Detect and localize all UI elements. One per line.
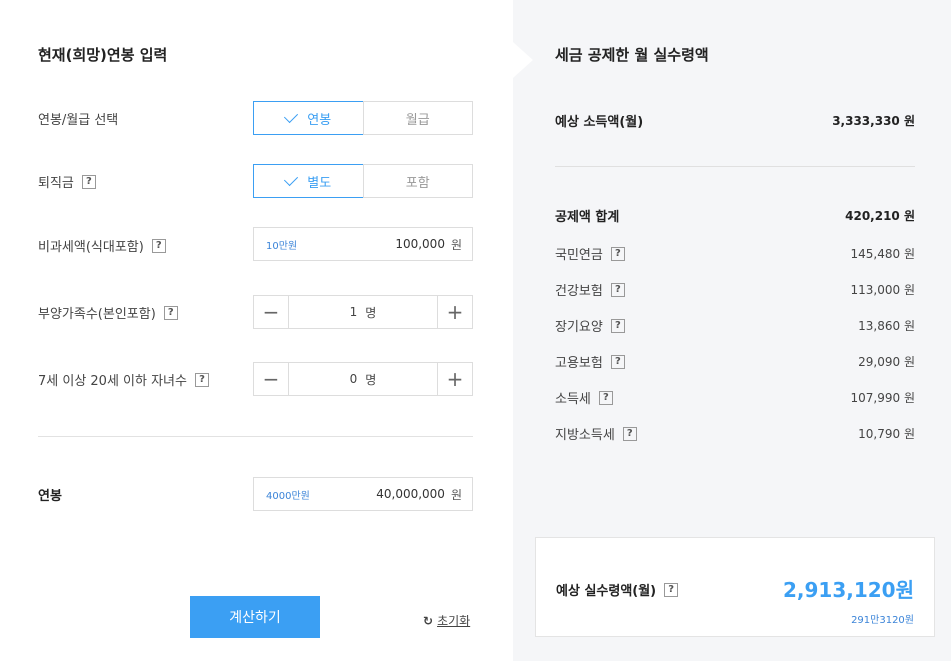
help-icon[interactable]: ?: [610, 318, 625, 333]
annual-salary-input[interactable]: 4000만원 40,000,000 원: [253, 477, 473, 511]
help-icon[interactable]: ?: [598, 390, 613, 405]
deduction-item-label: 지방소득세: [555, 428, 615, 443]
severance-label-text: 퇴직금: [38, 176, 74, 191]
deduction-item: 장기요양 ? 13,860 원: [555, 316, 915, 335]
salary-type-toggle: 연봉 월급: [253, 101, 473, 135]
children-minus-button[interactable]: −: [254, 363, 288, 395]
check-icon: [284, 171, 299, 187]
salary-type-label: 연봉/월급 선택: [38, 109, 118, 128]
expected-income-label: 예상 소득액(월): [555, 115, 644, 130]
severance-toggle: 별도 포함: [253, 164, 473, 198]
nontaxable-hint: 10만원: [266, 240, 298, 252]
section-divider: [38, 436, 473, 437]
nontaxable-value: 100,000: [395, 237, 445, 251]
reset-button[interactable]: ↻ 초기화: [423, 612, 470, 629]
annual-salary-hint: 4000만원: [266, 490, 310, 502]
help-icon[interactable]: ?: [622, 426, 637, 441]
deduction-item: 지방소득세 ? 10,790 원: [555, 424, 915, 443]
deduction-item-value: 107,990 원: [850, 391, 915, 405]
children-value-field[interactable]: 0 명: [288, 363, 438, 395]
severance-separate-button[interactable]: 별도: [253, 164, 364, 198]
deduction-total-row: 공제액 합계 420,210 원: [555, 206, 915, 225]
salary-type-monthly-label: 월급: [405, 112, 430, 128]
nontaxable-label-text: 비과세액(식대포함): [38, 240, 144, 255]
deduction-item-value: 29,090 원: [858, 355, 915, 369]
input-panel: [0, 0, 513, 661]
dependents-value-field[interactable]: 1 명: [288, 296, 438, 328]
children-stepper: − 0 명 +: [253, 362, 473, 396]
help-icon[interactable]: ?: [194, 372, 209, 387]
calculate-button[interactable]: 계산하기: [190, 596, 320, 638]
expected-income-row: 예상 소득액(월) 3,333,330 원: [555, 111, 915, 130]
children-plus-button[interactable]: +: [438, 363, 472, 395]
deduction-item: 건강보험 ? 113,000 원: [555, 280, 915, 299]
help-icon[interactable]: ?: [151, 238, 166, 253]
salary-type-annual-button[interactable]: 연봉: [253, 101, 364, 135]
nontaxable-input[interactable]: 10만원 100,000 원: [253, 227, 473, 261]
nontaxable-unit: 원: [450, 237, 462, 252]
help-icon[interactable]: ?: [664, 582, 679, 597]
salary-type-monthly-button[interactable]: 월급: [362, 101, 473, 135]
nontaxable-label: 비과세액(식대포함) ?: [38, 236, 166, 255]
deduction-item-value: 13,860 원: [858, 319, 915, 333]
panel-notch: [513, 42, 533, 78]
input-title: 현재(희망)연봉 입력: [38, 46, 168, 64]
salary-type-annual-label: 연봉: [307, 112, 332, 128]
annual-salary-unit: 원: [450, 487, 462, 502]
help-icon[interactable]: ?: [163, 305, 178, 320]
dependents-value: 1: [349, 305, 358, 319]
net-pay-label-text: 예상 실수령액(월): [556, 584, 657, 599]
deduction-item-value: 10,790 원: [858, 427, 915, 441]
net-pay-sub: 291만3120원: [851, 615, 914, 626]
dependents-minus-button[interactable]: −: [254, 296, 288, 328]
annual-salary-value: 40,000,000: [376, 487, 445, 501]
salary-type-label-text: 연봉/월급 선택: [38, 113, 119, 128]
check-icon: [284, 108, 299, 124]
children-unit: 명: [365, 372, 377, 387]
dependents-unit: 명: [365, 305, 377, 320]
deduction-item: 고용보험 ? 29,090 원: [555, 352, 915, 371]
deduction-total-value: 420,210 원: [845, 209, 915, 223]
help-icon[interactable]: ?: [610, 246, 625, 261]
deduction-total-label: 공제액 합계: [555, 210, 620, 225]
annual-salary-label-text: 연봉: [38, 489, 62, 504]
deduction-item-label: 건강보험: [555, 284, 603, 299]
reset-label: 초기화: [437, 614, 471, 628]
severance-separate-label: 별도: [307, 175, 332, 191]
dependents-plus-button[interactable]: +: [438, 296, 472, 328]
deduction-item-value: 113,000 원: [850, 283, 915, 297]
deduction-item-label: 고용보험: [555, 356, 603, 371]
help-icon[interactable]: ?: [610, 354, 625, 369]
result-divider: [555, 166, 915, 167]
deduction-item: 소득세 ? 107,990 원: [555, 388, 915, 407]
help-icon[interactable]: ?: [610, 282, 625, 297]
dependents-stepper: − 1 명 +: [253, 295, 473, 329]
help-icon[interactable]: ?: [81, 174, 96, 189]
dependents-label-text: 부양가족수(본인포함): [38, 307, 156, 322]
net-pay-value: 2,913,120원: [782, 578, 914, 602]
children-label-text: 7세 이상 20세 이하 자녀수: [38, 374, 187, 389]
severance-label: 퇴직금 ?: [38, 172, 96, 191]
deduction-item-label: 소득세: [555, 392, 591, 407]
severance-included-button[interactable]: 포함: [362, 164, 473, 198]
result-title: 세금 공제한 월 실수령액: [555, 46, 709, 64]
deduction-item: 국민연금 ? 145,480 원: [555, 244, 915, 263]
dependents-label: 부양가족수(본인포함) ?: [38, 303, 178, 322]
deduction-item-value: 145,480 원: [850, 247, 915, 261]
expected-income-value: 3,333,330 원: [832, 114, 915, 128]
net-pay-label: 예상 실수령액(월) ?: [556, 580, 679, 599]
refresh-icon: ↻: [423, 613, 434, 628]
children-label: 7세 이상 20세 이하 자녀수 ?: [38, 370, 209, 389]
annual-salary-label: 연봉: [38, 485, 62, 504]
deduction-item-label: 장기요양: [555, 320, 603, 335]
deduction-item-label: 국민연금: [555, 248, 603, 263]
severance-included-label: 포함: [405, 175, 430, 191]
children-value: 0: [349, 372, 358, 386]
